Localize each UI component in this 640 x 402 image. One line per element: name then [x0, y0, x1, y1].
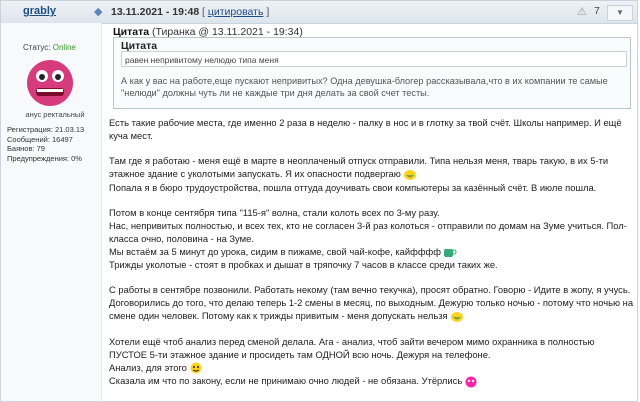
body-line: Анализ, для этого	[109, 361, 635, 375]
stat-warnings: Предупреждения: 0%	[7, 153, 82, 163]
post-link-icon[interactable]: ◆	[94, 6, 106, 18]
body-line: Мы встаём за 5 минут до урока, сидим в п…	[109, 245, 635, 259]
user-status: Статус: Online	[23, 43, 76, 52]
body-text: Сказала им что по закону, если не приним…	[109, 375, 463, 387]
status-label: Статус:	[23, 43, 51, 52]
status-value: Online	[52, 43, 76, 52]
body-line: Есть такие рабочие места, где именно 2 р…	[109, 117, 622, 141]
user-sidebar: Статус: Online анус ректальный Регистрац…	[1, 23, 102, 401]
user-stats: Регистрация: 21.03.13 Сообщений: 16497 Б…	[7, 125, 84, 163]
post-body: Есть такие рабочие места, где именно 2 р…	[109, 116, 635, 388]
pink-monster-smiley-icon	[465, 376, 477, 388]
quote-text: А как у вас на работе,еще пускают неприв…	[121, 76, 608, 98]
post-date: 13.11.2021 - 19:48	[111, 6, 200, 18]
coffee-smiley-icon	[443, 249, 457, 258]
avatar[interactable]	[24, 59, 76, 107]
nested-quote-text: равен непривитому нелюдю типа меня	[121, 51, 627, 67]
body-line: Попала я в бюро трудоустройства, пошла о…	[109, 181, 597, 193]
stat-bayans: Баянов: 79	[7, 144, 45, 154]
body-text: С работы в сентябре позвонили. Работать …	[109, 284, 634, 322]
post-counter: 7	[594, 5, 600, 17]
body-text: Мы встаём за 5 минут до урока, сидим в п…	[109, 245, 441, 257]
body-line: Сказала им что по закону, если не приним…	[109, 374, 635, 388]
stat-messages: Сообщений: 16497	[7, 134, 73, 144]
body-line: Там где я работаю - меня ещё в марте в н…	[109, 154, 635, 181]
body-line: С работы в сентябре позвонили. Работать …	[109, 283, 635, 323]
forum-post: grably ◆ 13.11.2021 - 19:48 [ цитировать…	[0, 0, 638, 402]
laughing-smiley-icon	[403, 169, 416, 180]
body-line: Трижды уколотые - стоят в пробках и дыша…	[109, 259, 498, 271]
avatar-caption: анус ректальный	[25, 110, 85, 119]
username-link[interactable]: grably	[23, 5, 56, 17]
body-line: Хотели ещё чтоб анализ перед сменой дела…	[109, 335, 595, 360]
grinning-smiley-icon	[190, 362, 202, 374]
body-line: Потом в конце сентября типа "115-я" волн…	[109, 206, 440, 218]
quote-button[interactable]: [ цитировать ]	[202, 6, 269, 18]
nested-quote: Цитата равен непривитому нелюдю типа мен…	[121, 40, 627, 67]
caret-down-icon[interactable]: ▼	[607, 5, 633, 21]
body-text: Там где я работаю - меня ещё в марте в н…	[109, 155, 609, 179]
laughing-smiley-icon	[450, 311, 463, 322]
body-text: Анализ, для этого	[109, 361, 187, 373]
post-header: grably ◆ 13.11.2021 - 19:48 [ цитировать…	[1, 1, 637, 24]
stat-registration: Регистрация: 21.03.13	[7, 125, 85, 134]
report-icon[interactable]: ⚠	[577, 5, 591, 19]
post-content: Цитата (Тиранка @ 13.11.2021 - 19:34) Ци…	[109, 23, 633, 401]
body-line: Нас, непривитых полностью, и всех тех, к…	[109, 219, 627, 244]
quote-button-label[interactable]: цитировать	[208, 6, 264, 18]
